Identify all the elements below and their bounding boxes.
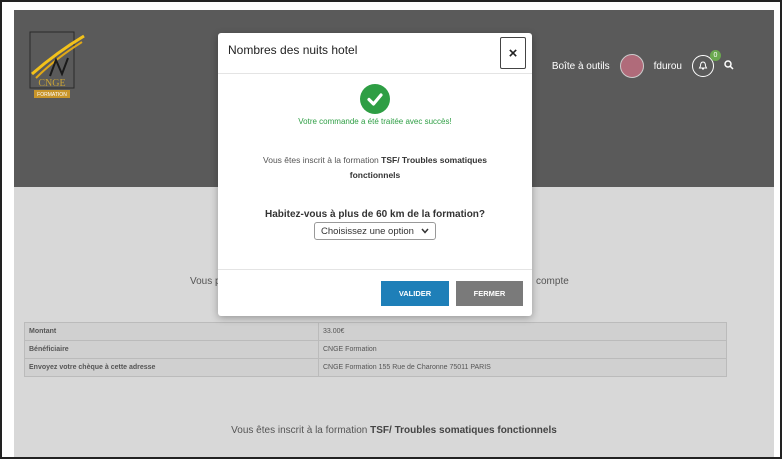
logo-subtext: FORMATION: [37, 92, 67, 98]
hotel-nights-modal: Nombres des nuits hotel × Votre commande…: [218, 33, 532, 316]
header-nav: Boîte à outils fdurou 0: [552, 50, 734, 78]
row-value: CNGE Formation 155 Rue de Charonne 75011…: [318, 358, 727, 377]
browser-frame: CNGE FORMATION Boîte à outils fdurou 0 V…: [0, 0, 782, 459]
table-row: Bénéficiaire CNGE Formation: [24, 340, 727, 359]
valider-button[interactable]: VALIDER: [381, 281, 449, 306]
success-message: Votre commande a été traitée avec succès…: [298, 117, 452, 126]
cnge-logo[interactable]: CNGE FORMATION: [28, 30, 86, 104]
table-row: Montant 33.00€: [24, 322, 727, 341]
logo-text: CNGE: [38, 78, 65, 89]
check-circle-icon: [360, 84, 390, 114]
enrollment-prefix: Vous êtes inscrit à la formation: [231, 425, 371, 436]
obscured-text-left: Vous p: [190, 276, 221, 287]
notification-badge: 0: [710, 50, 721, 61]
select-value: Choisissez une option: [321, 225, 414, 237]
modal-enrollment-prefix: Vous êtes inscrit à la formation: [263, 155, 382, 165]
distance-question: Habitez-vous à plus de 60 km de la forma…: [264, 209, 486, 220]
close-button[interactable]: ×: [500, 37, 526, 69]
row-value: CNGE Formation: [318, 340, 727, 359]
row-label: Envoyez votre chèque à cette adresse: [24, 358, 319, 377]
distance-select[interactable]: Choisissez une option: [314, 222, 436, 240]
tools-link[interactable]: Boîte à outils: [552, 61, 610, 72]
modal-title: Nombres des nuits hotel: [228, 43, 358, 57]
enrollment-formation: TSF/ Troubles somatiques fonctionnels: [370, 425, 557, 436]
username-link[interactable]: fdurou: [654, 61, 682, 72]
table-row: Envoyez votre chèque à cette adresse CNG…: [24, 358, 727, 377]
fermer-button[interactable]: FERMER: [456, 281, 523, 306]
payment-info-table: Montant 33.00€ Bénéficiaire CNGE Formati…: [24, 322, 727, 377]
row-label: Montant: [24, 322, 319, 341]
modal-divider: [218, 73, 532, 74]
modal-enrollment-text: Vous êtes inscrit à la formation TSF/ Tr…: [248, 153, 502, 183]
row-label: Bénéficiaire: [24, 340, 319, 359]
modal-footer-divider: [218, 269, 532, 270]
row-value: 33.00€: [318, 322, 727, 341]
chevron-down-icon: [421, 226, 429, 237]
obscured-text-right: compte: [536, 276, 569, 287]
close-icon: ×: [508, 44, 518, 62]
enrollment-text: Vous êtes inscrit à la formation TSF/ Tr…: [14, 425, 774, 436]
bell-icon[interactable]: 0: [692, 50, 721, 77]
search-icon[interactable]: [724, 59, 734, 73]
avatar[interactable]: [619, 54, 644, 78]
